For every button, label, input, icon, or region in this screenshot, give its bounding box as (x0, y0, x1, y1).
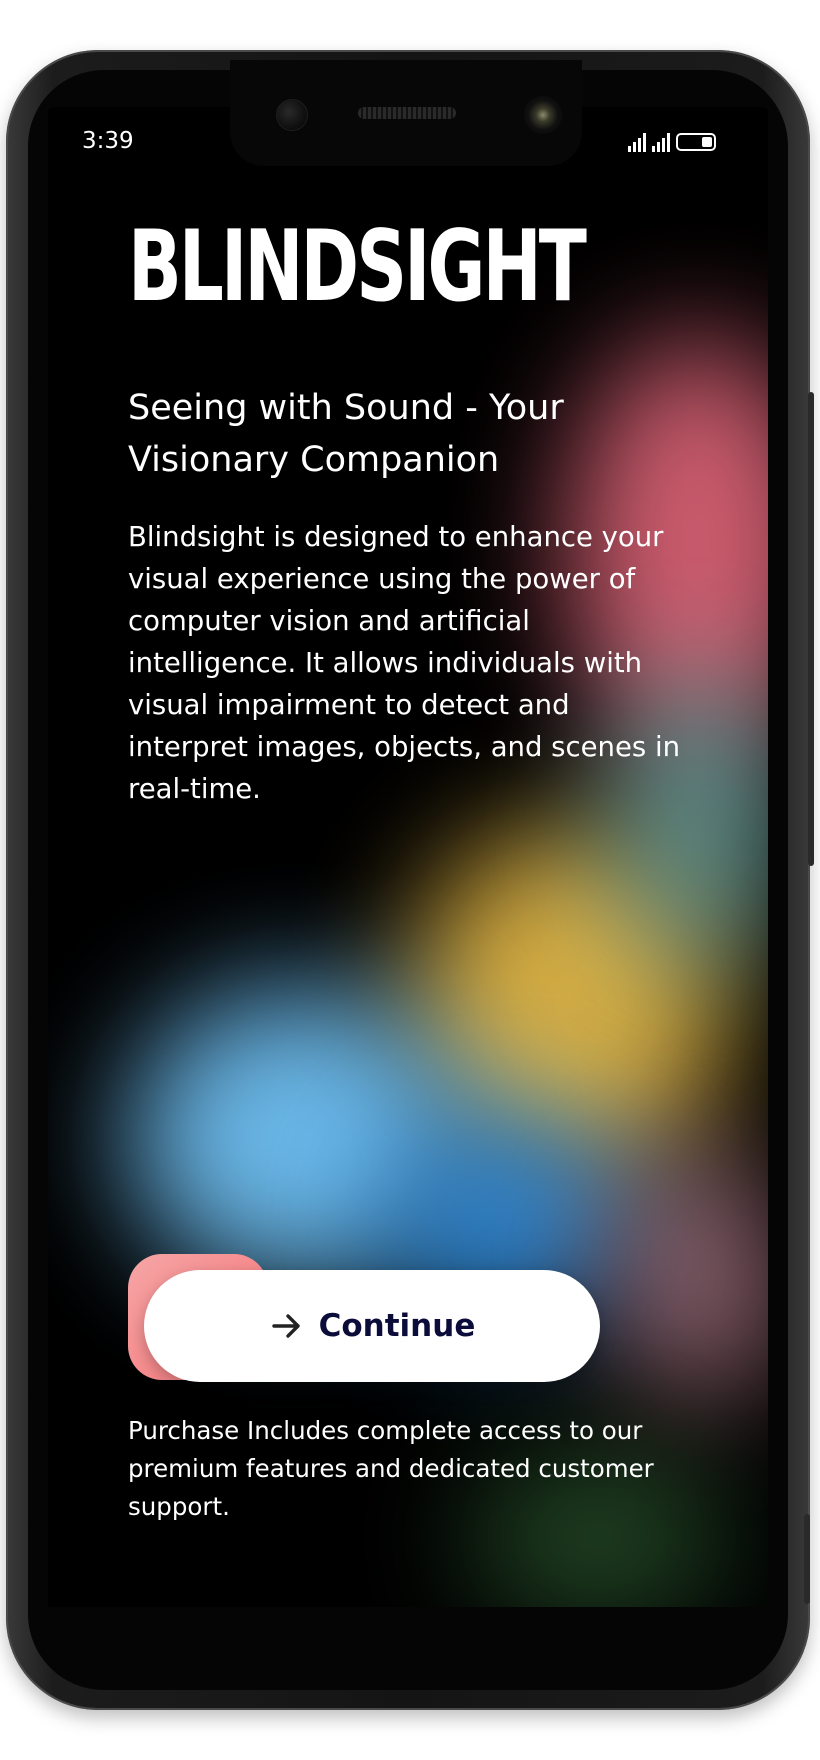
app-subtitle: Seeing with Sound - Your Visionary Compa… (128, 388, 564, 480)
speaker-grille (358, 107, 456, 119)
continue-button[interactable]: Continue (144, 1270, 600, 1382)
app-description: Blindsight is designed to enhance your v… (128, 521, 681, 805)
app-title: BLINDSIGHT (128, 210, 587, 324)
signal-icon (652, 132, 670, 152)
camera-lens-icon (524, 96, 562, 134)
purchase-footnote: Purchase Includes complete access to our… (128, 1416, 654, 1521)
battery-icon (676, 133, 716, 151)
signal-icon (628, 132, 646, 152)
app-screen (48, 107, 768, 1607)
continue-label: Continue (318, 1308, 476, 1344)
power-button (804, 1514, 810, 1604)
front-camera-icon (276, 99, 308, 131)
status-time: 3:39 (82, 128, 134, 154)
status-icons (628, 128, 716, 152)
arrow-right-icon (269, 1308, 305, 1344)
volume-button (808, 392, 814, 866)
